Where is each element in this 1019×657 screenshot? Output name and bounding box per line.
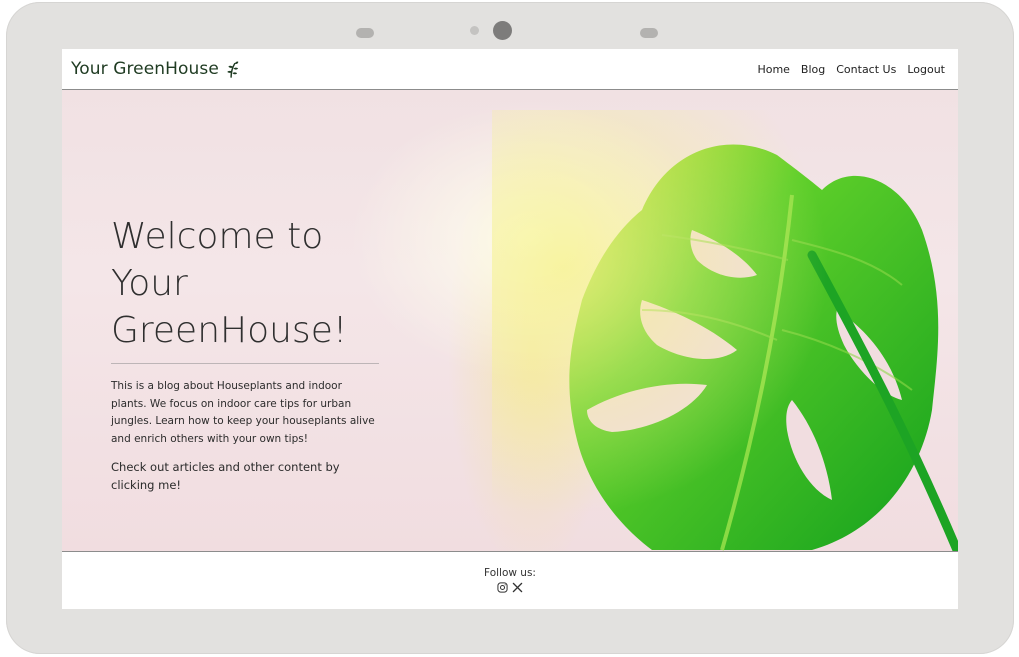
hero-title-line-1: Welcome to (111, 216, 324, 257)
nav-links: Home Blog Contact Us Logout (757, 63, 945, 76)
nav-blog[interactable]: Blog (801, 63, 825, 76)
hero-divider (111, 363, 379, 364)
seedling-icon (227, 61, 239, 78)
hero-description: This is a blog about Houseplants and ind… (111, 380, 375, 445)
nav-contact-us[interactable]: Contact Us (836, 63, 896, 76)
hero-cta-link[interactable]: Check out articles and other content by … (111, 458, 379, 494)
hero-title: Welcome to Your GreenHouse! (111, 213, 379, 354)
sensor-dot (470, 26, 479, 35)
camera (493, 21, 512, 40)
nav-home[interactable]: Home (757, 63, 789, 76)
nav-logout[interactable]: Logout (907, 63, 945, 76)
brand-link[interactable]: Your GreenHouse (71, 59, 241, 79)
screen: Your GreenHouse Home Blog Contact Us Log… (62, 49, 958, 609)
speaker-right (640, 28, 658, 38)
navbar: Your GreenHouse Home Blog Contact Us Log… (62, 49, 958, 90)
brand-title: Your GreenHouse (71, 59, 219, 79)
hero-content: Welcome to Your GreenHouse! This is a bl… (111, 213, 379, 494)
instagram-icon[interactable] (497, 582, 508, 593)
hero-title-line-3: GreenHouse! (111, 310, 348, 351)
speaker-left (356, 28, 374, 38)
hero-section: Welcome to Your GreenHouse! This is a bl… (62, 90, 958, 551)
social-links (497, 582, 523, 593)
hero-title-line-2: Your (111, 263, 188, 304)
follow-label: Follow us: (484, 567, 536, 579)
x-twitter-icon[interactable] (512, 582, 523, 593)
monstera-leaf-image (492, 110, 958, 551)
footer: Follow us: (62, 551, 958, 609)
